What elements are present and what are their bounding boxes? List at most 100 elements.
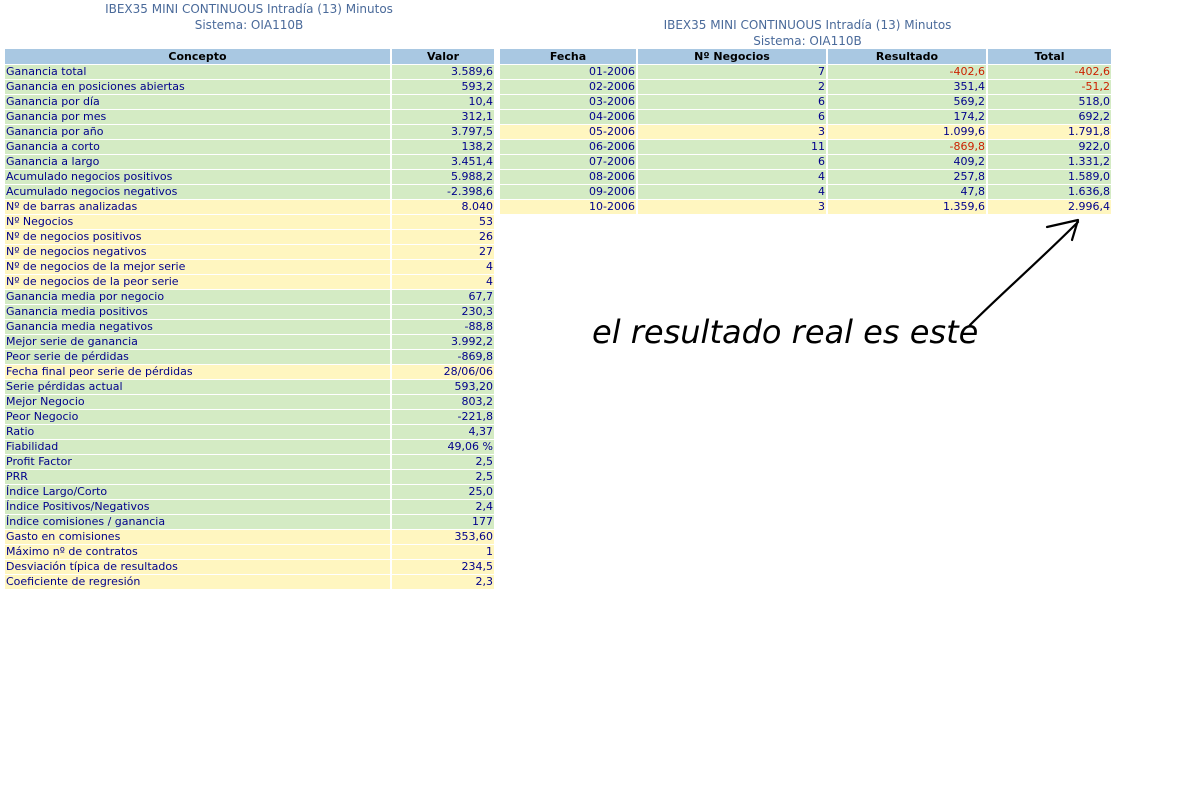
monthly-resultado-cell: 569,2 [828,95,986,110]
monthly-table-row: 04-2006 6 174,2 692,2 [500,110,1111,125]
stats-table-row: Índice Positivos/Negativos 2,4 [5,500,494,515]
stats-concepto-cell: Ganancia media negativos [5,320,390,335]
monthly-table-row: 06-2006 11 -869,8 922,0 [500,140,1111,155]
monthly-table-row: 07-2006 6 409,2 1.331,2 [500,155,1111,170]
monthly-total-cell: 692,2 [988,110,1111,125]
stats-concepto-cell: Índice Positivos/Negativos [5,500,390,515]
stats-valor-cell: 3.451,4 [392,155,494,170]
monthly-total-cell: 1.636,8 [988,185,1111,200]
monthly-resultado-cell: -402,6 [828,65,986,80]
monthly-total-cell: 518,0 [988,95,1111,110]
stats-valor-cell: 593,20 [392,380,494,395]
stats-valor-cell: 5.988,2 [392,170,494,185]
stats-table-row: Máximo nº de contratos 1 [5,545,494,560]
monthly-negocios-cell: 2 [638,80,826,95]
monthly-fecha-cell: 06-2006 [500,140,636,155]
stats-table-header-row: Concepto Valor [5,49,494,65]
stats-table-row: Peor Negocio -221,8 [5,410,494,425]
stats-table-row: Gasto en comisiones 353,60 [5,530,494,545]
stats-valor-cell: 177 [392,515,494,530]
stats-valor-cell: -869,8 [392,350,494,365]
monthly-header-total: Total [988,49,1111,65]
stats-concepto-cell: Acumulado negocios positivos [5,170,390,185]
stats-table-row: Ratio 4,37 [5,425,494,440]
stats-table-row: Nº de negocios negativos 27 [5,245,494,260]
stats-table-row: Fecha final peor serie de pérdidas 28/06/… [5,365,494,380]
monthly-fecha-cell: 04-2006 [500,110,636,125]
stats-valor-cell: 234,5 [392,560,494,575]
stats-concepto-cell: Nº de negocios negativos [5,245,390,260]
stats-concepto-cell: Máximo nº de contratos [5,545,390,560]
monthly-fecha-cell: 10-2006 [500,200,636,215]
monthly-negocios-cell: 3 [638,200,826,215]
monthly-header-fecha: Fecha [500,49,636,65]
stats-table-body: Ganancia total 3.589,6 Ganancia en posicio… [5,65,494,590]
monthly-resultado-cell: 409,2 [828,155,986,170]
left-report-title: IBEX35 MINI CONTINUOUS Intradía (13) Min… [0,1,498,33]
stats-table-row: PRR 2,5 [5,470,494,485]
right-report-title-line2: Sistema: OIA110B [753,34,862,48]
stats-concepto-cell: Desviación típica de resultados [5,560,390,575]
stats-table-row: Mejor serie de ganancia 3.992,2 [5,335,494,350]
stats-concepto-cell: Coeficiente de regresión [5,575,390,590]
monthly-negocios-cell: 6 [638,110,826,125]
monthly-results-table: Fecha Nº Negocios Resultado Total 01-200… [498,49,1113,215]
stats-table-row: Desviación típica de resultados 234,5 [5,560,494,575]
monthly-total-cell: 1.791,8 [988,125,1111,140]
stats-valor-cell: 803,2 [392,395,494,410]
monthly-total-cell: 1.331,2 [988,155,1111,170]
stats-concepto-cell: Profit Factor [5,455,390,470]
monthly-fecha-cell: 01-2006 [500,65,636,80]
monthly-table-body: 01-2006 7 -402,6 -402,6 02-2006 2 351,4 -51,2 03… [500,65,1111,215]
monthly-resultado-cell: 351,4 [828,80,986,95]
monthly-negocios-cell: 4 [638,170,826,185]
right-report-title: IBEX35 MINI CONTINUOUS Intradía (13) Min… [500,17,1115,49]
stats-table-row: Nº de negocios de la mejor serie 4 [5,260,494,275]
stats-valor-cell: 10,4 [392,95,494,110]
monthly-fecha-cell: 03-2006 [500,95,636,110]
monthly-resultado-cell: 1.099,6 [828,125,986,140]
monthly-total-cell: -51,2 [988,80,1111,95]
stats-valor-cell: 312,1 [392,110,494,125]
monthly-total-cell: 2.996,4 [988,200,1111,215]
monthly-total-cell: 922,0 [988,140,1111,155]
stats-concepto-cell: Ganancia por día [5,95,390,110]
left-report-title-line2: Sistema: OIA110B [194,18,304,32]
stats-table-row: Ganancia por día 10,4 [5,95,494,110]
stats-valor-cell: 3.992,2 [392,335,494,350]
monthly-header-negocios: Nº Negocios [638,49,826,65]
stats-concepto-cell: Índice Largo/Corto [5,485,390,500]
right-report-title-line1: IBEX35 MINI CONTINUOUS Intradía (13) Min… [663,18,952,32]
stats-table-row: Ganancia media por negocio 67,7 [5,290,494,305]
stats-valor-cell: 4,37 [392,425,494,440]
stats-concepto-cell: PRR [5,470,390,485]
stats-concepto-cell: Índice comisiones / ganancia [5,515,390,530]
stats-concepto-cell: Ganancia a corto [5,140,390,155]
stats-valor-cell: 28/06/06 [392,365,494,380]
stats-valor-cell: 230,3 [392,305,494,320]
monthly-negocios-cell: 11 [638,140,826,155]
monthly-fecha-cell: 05-2006 [500,125,636,140]
stats-table-row: Ganancia a largo 3.451,4 [5,155,494,170]
stats-valor-cell: 25,0 [392,485,494,500]
stats-concepto-cell: Peor serie de pérdidas [5,350,390,365]
stats-header-concepto: Concepto [5,49,390,65]
monthly-fecha-cell: 09-2006 [500,185,636,200]
stats-valor-cell: 2,4 [392,500,494,515]
stats-valor-cell: 27 [392,245,494,260]
monthly-fecha-cell: 02-2006 [500,80,636,95]
stats-concepto-cell: Fiabilidad [5,440,390,455]
stats-table-row: Ganancia media negativos -88,8 [5,320,494,335]
stats-valor-cell: 67,7 [392,290,494,305]
stats-concepto-cell: Ganancia total [5,65,390,80]
stats-concepto-cell: Nº de negocios positivos [5,230,390,245]
stats-table-row: Profit Factor 2,5 [5,455,494,470]
stats-valor-cell: 2,3 [392,575,494,590]
stats-table-row: Nº de negocios positivos 26 [5,230,494,245]
stats-valor-cell: 49,06 % [392,440,494,455]
stats-table-row: Ganancia por año 3.797,5 [5,125,494,140]
stats-table-row: Acumulado negocios positivos 5.988,2 [5,170,494,185]
stats-concepto-cell: Peor Negocio [5,410,390,425]
stats-valor-cell: 3.589,6 [392,65,494,80]
monthly-table-row: 08-2006 4 257,8 1.589,0 [500,170,1111,185]
